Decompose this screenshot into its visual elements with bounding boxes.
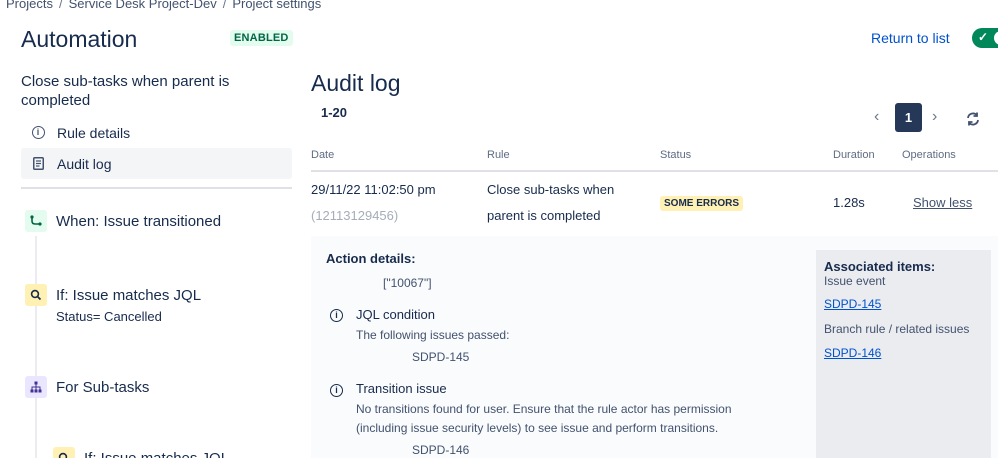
row-execution-id: (12113129456) [311, 208, 399, 223]
component-branch[interactable]: For Sub-tasks [25, 376, 149, 398]
page-button[interactable]: 1 [895, 103, 922, 132]
result-range: 1-20 [321, 105, 348, 120]
nav-rule-details-label: Rule details [57, 124, 131, 141]
transition-error-line2: (including issue security levels) to see… [356, 421, 719, 435]
rule-name: Close sub-tasks when parent is completed [21, 73, 230, 109]
nav-audit-log[interactable]: Audit log [21, 148, 292, 179]
jql-condition-title: JQL condition [356, 307, 436, 322]
status-badge: SOME ERRORS [660, 196, 744, 211]
info-icon: i [330, 309, 343, 322]
component-nested-condition-label: If: Issue matches JQL [84, 449, 230, 458]
info-icon: i [31, 126, 45, 140]
associated-group-branch: Branch rule / related issues [824, 322, 970, 336]
document-icon [31, 157, 45, 171]
row-duration: 1.28s [833, 195, 865, 210]
page-title: Automation [21, 26, 138, 52]
breadcrumb-separator: / [58, 0, 63, 11]
component-condition-label: If: Issue matches JQL [56, 286, 202, 304]
associated-items-heading: Associated items: [824, 259, 936, 274]
branch-icon [25, 376, 47, 398]
row-rule-line2: parent is completed [487, 208, 601, 223]
timeline-line [35, 236, 37, 458]
audit-log-title: Audit log [311, 70, 401, 96]
action-details-value: ["10067"] [383, 276, 432, 290]
breadcrumb-project[interactable]: Service Desk Project-Dev [69, 0, 217, 11]
column-header-operations: Operations [902, 149, 956, 161]
component-condition-detail: Status= Cancelled [56, 309, 162, 324]
associated-issue-link[interactable]: SDPD-145 [824, 297, 881, 311]
divider [21, 187, 292, 189]
jql-condition-issue: SDPD-145 [412, 350, 470, 364]
breadcrumb-projects[interactable]: Projects [6, 0, 53, 11]
show-less-link[interactable]: Show less [913, 195, 972, 210]
component-branch-label: For Sub-tasks [56, 378, 150, 396]
component-trigger-label: When: Issue transitioned [56, 212, 222, 230]
breadcrumb-separator: / [222, 0, 227, 11]
column-header-duration: Duration [833, 149, 875, 161]
breadcrumb: Projects / Service Desk Project-Dev / Pr… [6, 0, 321, 11]
nav-rule-details[interactable]: i Rule details [21, 117, 292, 148]
nav-audit-log-label: Audit log [57, 155, 112, 172]
associated-issue-link[interactable]: SDPD-146 [824, 346, 881, 360]
transition-icon [25, 210, 47, 232]
associated-group-issue-event: Issue event [824, 274, 886, 288]
toggle-knob [994, 31, 998, 45]
row-rule-line1: Close sub-tasks when [487, 182, 615, 197]
chevron-right-icon[interactable]: › [932, 108, 937, 126]
column-header-date: Date [311, 149, 335, 161]
column-header-rule: Rule [487, 149, 510, 161]
info-icon: i [330, 384, 343, 397]
refresh-icon[interactable] [964, 110, 982, 133]
check-icon: ✓ [978, 30, 989, 44]
rule-enabled-toggle[interactable]: ✓ [972, 28, 998, 48]
component-condition[interactable]: If: Issue matches JQL [25, 284, 201, 306]
component-trigger[interactable]: When: Issue transitioned [25, 210, 221, 232]
chevron-left-icon[interactable]: ‹ [874, 108, 879, 126]
return-to-list-link[interactable]: Return to list [871, 30, 950, 46]
search-icon [25, 284, 47, 306]
action-details-heading: Action details: [326, 251, 416, 266]
jql-condition-text: The following issues passed: [356, 328, 510, 342]
transition-error-line1: No transitions found for user. Ensure th… [356, 402, 732, 416]
search-icon [53, 447, 75, 458]
table-header-divider [311, 170, 998, 172]
row-date: 29/11/22 11:02:50 pm [311, 182, 436, 197]
component-nested-condition[interactable]: If: Issue matches JQL [53, 447, 229, 458]
enabled-badge: ENABLED [230, 30, 293, 46]
transition-issue-title: Transition issue [356, 381, 447, 396]
breadcrumb-settings[interactable]: Project settings [232, 0, 321, 11]
transition-issue-key: SDPD-146 [412, 443, 470, 457]
column-header-status: Status [660, 149, 692, 161]
